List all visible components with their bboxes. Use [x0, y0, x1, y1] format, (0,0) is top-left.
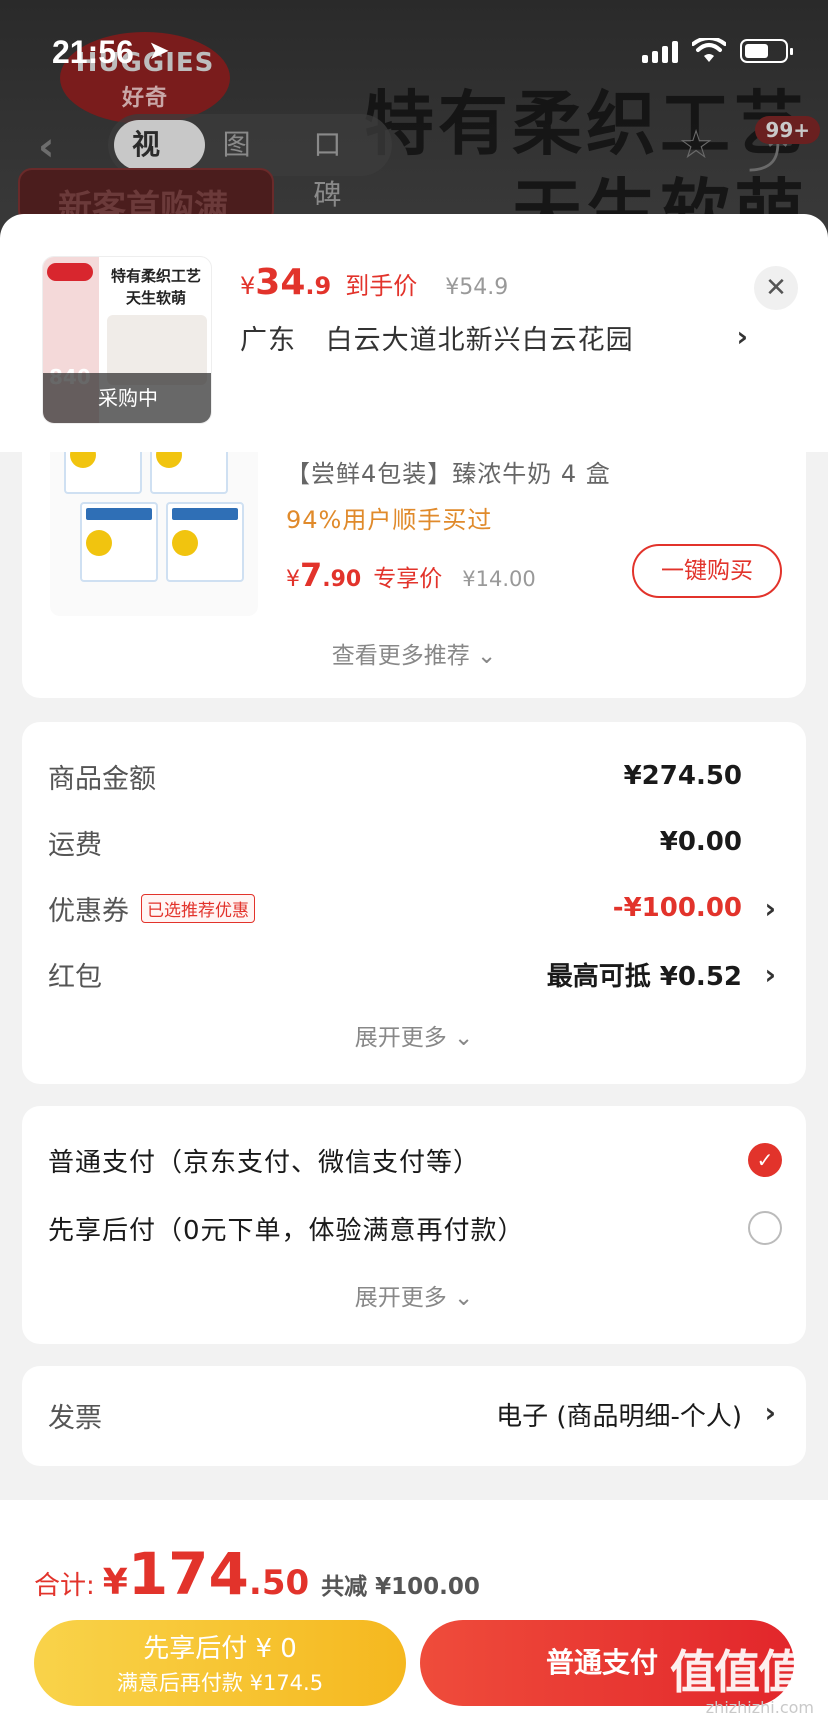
- final-price-label: 到手价: [345, 272, 418, 300]
- coupon-recommended-tag: 已选推荐优惠: [141, 893, 255, 923]
- invoice-type: 电子 (商品明细-个人): [496, 1402, 742, 1432]
- milk-product-image[interactable]: [50, 434, 258, 616]
- invoice-card[interactable]: 发票 电子 (商品明细-个人) ›: [22, 1366, 806, 1466]
- order-header-card: 特有柔织工艺 天生软萌 840 采购中 ¥ 34 .9 到手价 ¥54.9 广东…: [0, 214, 828, 452]
- product-thumbnail[interactable]: 特有柔织工艺 天生软萌 840 采购中: [42, 256, 212, 424]
- bought-percentage: 94%用户顺手买过: [286, 506, 493, 534]
- payment-option-pay-later[interactable]: 先享后付（0元下单，体验满意再付款）: [48, 1208, 782, 1248]
- media-tabs: 视频 图集 口碑: [108, 114, 392, 211]
- chevron-right-icon[interactable]: ›: [764, 958, 776, 991]
- payment-method-card: 普通支付（京东支付、微信支付等） ✓ 先享后付（0元下单，体验满意再付款） 展开…: [22, 1106, 806, 1344]
- coupon-discount: -¥100.00: [612, 893, 742, 923]
- battery-icon: [740, 39, 793, 63]
- expand-more-summary[interactable]: 展开更多 ⌄: [22, 1018, 806, 1052]
- redpacket-row[interactable]: 红包 最高可抵 ¥0.52 ›: [48, 954, 776, 994]
- watermark-logo: 值值值: [670, 1645, 804, 1699]
- recommendation-price: ¥ 7 .90 专享价 ¥14.00: [286, 556, 536, 594]
- expand-more-payment[interactable]: 展开更多 ⌄: [22, 1278, 806, 1312]
- close-icon[interactable]: ✕: [754, 266, 798, 310]
- payment-option-standard[interactable]: 普通支付（京东支付、微信支付等） ✓: [48, 1140, 782, 1180]
- goods-amount: ¥274.50: [623, 761, 742, 791]
- shipping-fee: ¥0.00: [659, 827, 742, 857]
- order-total: 合计: ¥ 174 .50 共减 ¥100.00: [34, 1540, 480, 1608]
- chevron-right-icon[interactable]: ›: [764, 892, 776, 925]
- delivery-address[interactable]: 广东 白云大道北新兴白云花园: [240, 318, 634, 357]
- one-click-buy-button[interactable]: 一键购买: [632, 544, 782, 598]
- order-price: ¥ 34 .9 到手价 ¥54.9: [240, 262, 509, 303]
- status-time: 21:56: [52, 34, 134, 70]
- see-more-recommendations[interactable]: 查看更多推荐 ⌄: [22, 636, 806, 670]
- price-summary-card: 商品金额 ¥274.50 运费 ¥0.00 优惠券 已选推荐优惠 -¥100.0…: [22, 722, 806, 1084]
- cellular-signal-icon: [642, 39, 678, 63]
- redpacket-value: 最高可抵 ¥0.52: [546, 961, 742, 992]
- watermark-url: zhizhizhi.com: [705, 1698, 814, 1717]
- tab-gallery[interactable]: 图集: [205, 120, 296, 211]
- message-badge: 99+: [755, 116, 820, 144]
- recommendation-title[interactable]: 【尝鲜4包装】臻浓牛奶 4 盒: [286, 454, 611, 489]
- wifi-icon: [692, 38, 726, 62]
- location-arrow-icon: ➤: [148, 36, 170, 66]
- checkout-bar: 合计: ¥ 174 .50 共减 ¥100.00 先享后付 ¥ 0 满意后再付款…: [0, 1500, 828, 1720]
- coupon-row[interactable]: 优惠券 已选推荐优惠 -¥100.00 ›: [48, 888, 776, 928]
- unchecked-radio-icon[interactable]: [748, 1211, 782, 1245]
- checked-radio-icon[interactable]: ✓: [748, 1143, 782, 1177]
- tab-reviews[interactable]: 口碑: [295, 120, 386, 211]
- tab-video[interactable]: 视频: [114, 120, 205, 211]
- recommendation-card: 【尝鲜4包装】臻浓牛奶 4 盒 94%用户顺手买过 ¥ 7 .90 专享价 ¥1…: [22, 430, 806, 698]
- original-price: ¥54.9: [445, 275, 509, 300]
- total-discount: 共减 ¥100.00: [321, 1574, 480, 1600]
- status-bar: 21:56 ➤: [0, 0, 828, 100]
- pay-later-button[interactable]: 先享后付 ¥ 0 满意后再付款 ¥174.5: [34, 1620, 406, 1706]
- back-icon[interactable]: ‹: [38, 124, 54, 170]
- shipping-row: 运费 ¥0.00: [48, 827, 742, 861]
- chevron-right-icon[interactable]: ›: [736, 320, 748, 353]
- goods-amount-row: 商品金额 ¥274.50: [48, 761, 742, 795]
- favorite-icon[interactable]: ☆: [678, 122, 714, 180]
- purchasing-status: 采购中: [43, 373, 211, 423]
- brand-logo-small: [47, 263, 93, 281]
- chevron-right-icon[interactable]: ›: [764, 1396, 776, 1429]
